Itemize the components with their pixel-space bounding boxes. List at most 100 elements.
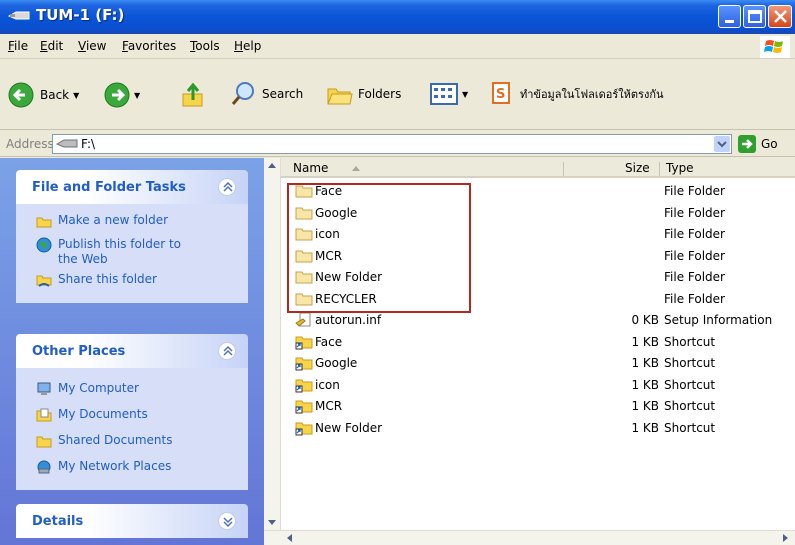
file-type: Setup Information xyxy=(664,313,773,327)
shared-folder-icon xyxy=(36,436,52,448)
file-type: File Folder xyxy=(664,291,725,306)
file-row[interactable]: MCR 1 KB Shortcut xyxy=(281,396,795,417)
explorer-window: TUM-1 (F:) File Edit View Favorites Tool… xyxy=(0,0,795,545)
file-type: File Folder xyxy=(664,270,725,284)
place-my-computer[interactable]: My Computer xyxy=(16,380,248,402)
computer-icon xyxy=(37,382,51,395)
file-size: 1 KB xyxy=(631,377,659,392)
column-size[interactable]: Size xyxy=(625,161,650,175)
horizontal-scrollbar[interactable] xyxy=(264,530,795,545)
file-type: File Folder xyxy=(664,227,725,241)
scroll-down-icon[interactable] xyxy=(264,514,281,530)
search-label: Search xyxy=(262,87,304,101)
scroll-right-icon[interactable] xyxy=(778,531,794,545)
panel-title: Details xyxy=(32,514,84,529)
collapse-button[interactable] xyxy=(218,178,236,196)
menu-file[interactable]: File xyxy=(8,39,28,53)
up-folder-icon xyxy=(182,82,203,107)
close-button[interactable] xyxy=(768,5,792,28)
folder-shortcut-icon xyxy=(295,357,313,371)
back-label: Back xyxy=(40,88,70,102)
menu-favorites[interactable]: Favorites xyxy=(122,39,176,53)
folder-shortcut-icon xyxy=(295,336,313,349)
column-header: Name Size Type xyxy=(281,158,795,178)
file-folder-tasks-body: Make a new folder Publish this folder to… xyxy=(16,204,248,303)
drive-icon xyxy=(56,139,78,148)
task-label: Publish this folder to the Web xyxy=(58,237,181,266)
chevron-up-icon xyxy=(223,181,233,192)
address-label: Address xyxy=(6,137,54,151)
column-divider[interactable] xyxy=(563,162,564,176)
file-type: Shortcut xyxy=(664,420,716,435)
folder-highlight-box xyxy=(287,183,471,313)
address-dropdown-button[interactable] xyxy=(714,136,730,152)
file-row[interactable]: Face 1 KB Shortcut xyxy=(281,332,795,353)
details-panel: Details xyxy=(16,504,248,538)
up-folder-button[interactable] xyxy=(180,80,210,110)
title-bar[interactable]: TUM-1 (F:) xyxy=(0,0,795,34)
file-size: 0 KB xyxy=(631,313,659,327)
place-shared-documents[interactable]: Shared Documents xyxy=(16,432,248,454)
back-dropdown-icon[interactable]: ▼ xyxy=(73,91,79,100)
column-divider[interactable] xyxy=(659,162,660,176)
expand-button[interactable] xyxy=(218,512,236,530)
views-button[interactable]: ▼ xyxy=(430,82,468,106)
documents-icon xyxy=(36,408,52,422)
network-icon xyxy=(37,460,51,474)
task-publish-folder[interactable]: Publish this folder to the Web xyxy=(16,236,248,267)
address-input[interactable]: F:\ xyxy=(52,134,732,154)
search-button[interactable]: Search xyxy=(230,80,303,108)
forward-button[interactable]: ▼ xyxy=(104,82,140,108)
place-my-documents[interactable]: My Documents xyxy=(16,406,248,428)
folders-button[interactable]: Folders xyxy=(326,80,401,108)
file-row[interactable]: New Folder 1 KB Shortcut xyxy=(281,418,795,439)
place-my-network-places[interactable]: My Network Places xyxy=(16,458,248,480)
maximize-icon xyxy=(748,10,762,23)
scroll-up-icon[interactable] xyxy=(264,158,281,174)
go-button[interactable]: Go xyxy=(738,135,778,153)
go-label: Go xyxy=(761,137,778,151)
file-type: Shortcut xyxy=(664,334,716,349)
vertical-scrollbar[interactable] xyxy=(264,158,281,530)
back-button[interactable]: Back ▼ xyxy=(8,82,79,108)
menu-edit[interactable]: Edit xyxy=(40,39,63,53)
menu-view[interactable]: View xyxy=(78,39,106,53)
windows-logo-icon xyxy=(760,36,790,58)
back-arrow-icon xyxy=(8,82,34,108)
task-make-new-folder[interactable]: Make a new folder xyxy=(16,212,248,234)
file-name: Face xyxy=(315,334,343,349)
minimize-button[interactable] xyxy=(718,5,741,28)
folders-icon xyxy=(327,88,353,105)
file-size: 1 KB xyxy=(631,356,659,370)
folders-label: Folders xyxy=(358,87,402,101)
file-row[interactable]: icon 1 KB Shortcut xyxy=(281,375,795,396)
sync-folders-button[interactable]: S ทำข้อมูลในโฟลเดอร์ให้ตรงกัน xyxy=(492,82,664,106)
file-row[interactable]: autorun.inf 0 KB Setup Information xyxy=(281,310,795,331)
maximize-button[interactable] xyxy=(743,5,766,28)
forward-dropdown-icon[interactable]: ▼ xyxy=(134,91,140,100)
task-label: Share this folder xyxy=(58,272,157,286)
task-share-folder[interactable]: Share this folder xyxy=(16,271,248,293)
search-icon xyxy=(231,82,254,105)
file-folder-tasks-header[interactable]: File and Folder Tasks xyxy=(16,170,248,204)
views-icon xyxy=(430,83,458,105)
folder-shortcut-icon xyxy=(295,422,313,435)
chevron-down-icon xyxy=(717,141,727,148)
file-type: Shortcut xyxy=(664,377,716,392)
file-type: File Folder xyxy=(664,205,725,220)
menu-tools[interactable]: Tools xyxy=(190,39,220,53)
sync-icon: S xyxy=(492,82,510,104)
folder-shortcut-icon xyxy=(295,379,313,392)
views-dropdown-icon[interactable]: ▼ xyxy=(462,90,468,99)
menu-help[interactable]: Help xyxy=(234,39,261,53)
collapse-button[interactable] xyxy=(218,342,236,360)
other-places-body: My Computer My Documents Shared Document… xyxy=(16,368,248,490)
scroll-left-icon[interactable] xyxy=(282,531,298,545)
file-row[interactable]: Google 1 KB Shortcut xyxy=(281,353,795,374)
file-folder-tasks-panel: File and Folder Tasks Make a new folder … xyxy=(16,170,248,303)
details-header[interactable]: Details xyxy=(16,504,248,538)
place-label: Shared Documents xyxy=(58,433,173,447)
other-places-header[interactable]: Other Places xyxy=(16,334,248,368)
column-name[interactable]: Name xyxy=(293,161,328,175)
column-type[interactable]: Type xyxy=(666,161,694,175)
